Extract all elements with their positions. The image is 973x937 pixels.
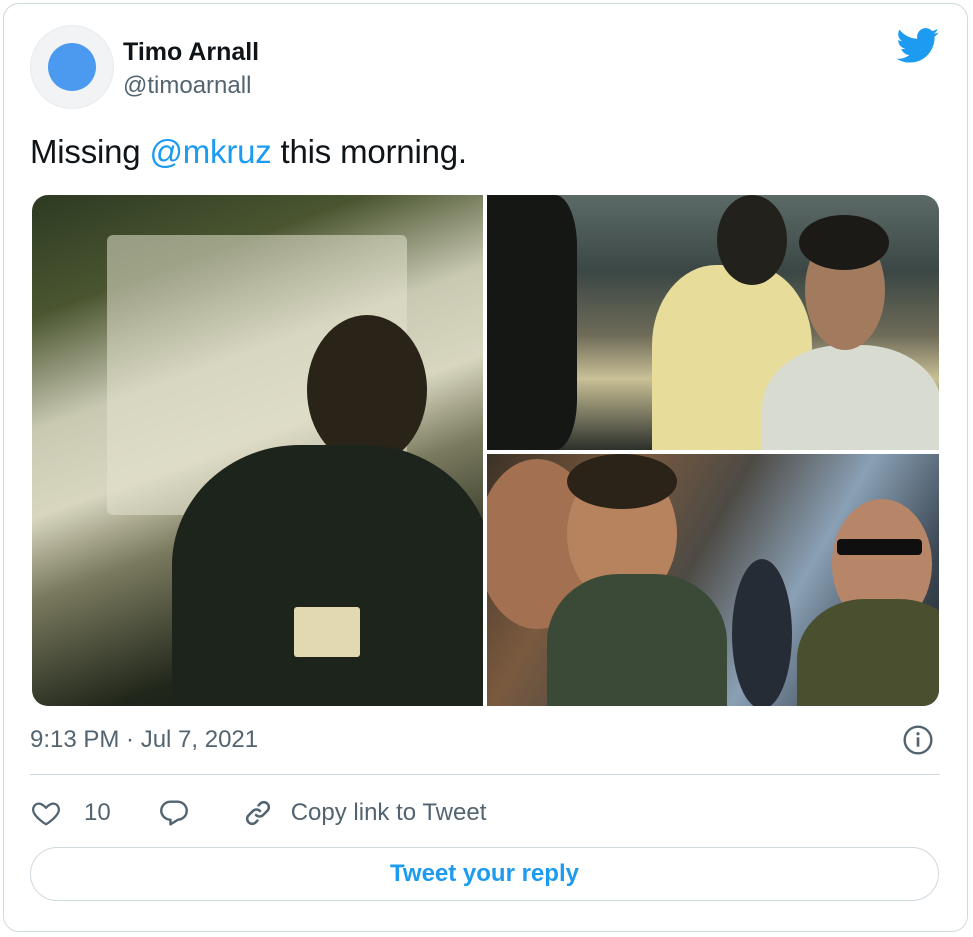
avatar-image [48, 43, 96, 91]
tweet-text: Missing @mkruz this morning. [30, 133, 467, 171]
photo-crowd-at-party[interactable] [487, 195, 939, 450]
twitter-bird-icon[interactable] [896, 28, 940, 64]
reply-icon [159, 800, 188, 826]
info-icon[interactable] [902, 724, 934, 756]
mention-link[interactable]: @mkruz [149, 133, 271, 170]
copy-link-button[interactable]: Copy link to Tweet [241, 796, 487, 830]
action-bar: 10 Copy link to Tweet [30, 790, 486, 836]
like-count: 10 [84, 799, 111, 826]
tweet-reply-button[interactable]: Tweet your reply [30, 847, 939, 901]
media-grid [32, 195, 939, 706]
avatar[interactable] [30, 25, 114, 109]
like-button[interactable]: 10 [30, 797, 111, 829]
link-icon [245, 800, 270, 826]
copy-link-label: Copy link to Tweet [290, 799, 487, 826]
timestamp[interactable]: 9:13 PM · Jul 7, 2021 [30, 726, 258, 754]
photo-friends-laughing[interactable] [487, 454, 939, 706]
author-name[interactable]: Timo Arnall [123, 38, 259, 67]
reply-button[interactable] [157, 796, 191, 830]
photo-man-laughing-under-tent[interactable] [32, 195, 483, 706]
tweet-text-after: this morning. [271, 133, 468, 170]
heart-icon [32, 802, 60, 826]
divider [30, 774, 940, 775]
author-handle[interactable]: @timoarnall [123, 72, 251, 100]
tweet-text-before: Missing [30, 133, 150, 170]
